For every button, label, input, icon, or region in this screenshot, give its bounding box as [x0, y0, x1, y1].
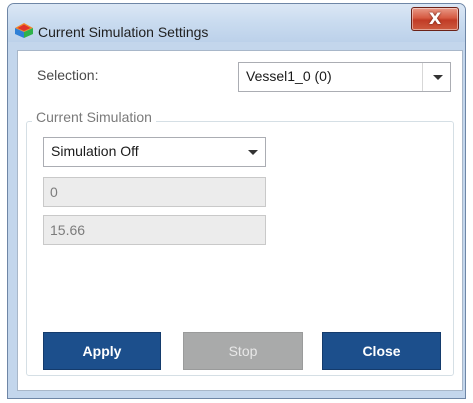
app-color-icon — [15, 23, 33, 38]
window-close-button[interactable]: X — [411, 7, 459, 31]
window-title: Current Simulation Settings — [38, 24, 209, 40]
close-icon: X — [428, 9, 442, 28]
chevron-down-icon — [433, 75, 443, 80]
simulation-field-1: 0 — [43, 177, 266, 207]
title-bar[interactable]: Current Simulation Settings X — [8, 4, 465, 42]
close-button[interactable]: Close — [322, 332, 441, 370]
simulation-mode-dropdown-toggle[interactable] — [238, 138, 265, 166]
dialog-window: Current Simulation Settings X Selection:… — [7, 3, 466, 399]
simulation-mode-dropdown[interactable]: Simulation Off — [43, 137, 266, 167]
dialog-content: Selection: Vessel1_0 (0) Current Simulat… — [17, 50, 463, 391]
current-simulation-legend: Current Simulation — [32, 109, 156, 125]
selection-value: Vessel1_0 (0) — [246, 68, 332, 84]
selection-dropdown[interactable]: Vessel1_0 (0) — [238, 62, 451, 92]
simulation-mode-value: Simulation Off — [51, 143, 139, 159]
selection-label: Selection: — [37, 67, 99, 83]
simulation-field-2: 15.66 — [43, 215, 266, 245]
chevron-down-icon — [248, 150, 258, 155]
apply-button[interactable]: Apply — [43, 332, 161, 370]
stop-button[interactable]: Stop — [183, 332, 303, 370]
simulation-field-2-value: 15.66 — [50, 222, 86, 238]
selection-dropdown-toggle[interactable] — [422, 63, 450, 91]
simulation-field-1-value: 0 — [50, 184, 58, 200]
